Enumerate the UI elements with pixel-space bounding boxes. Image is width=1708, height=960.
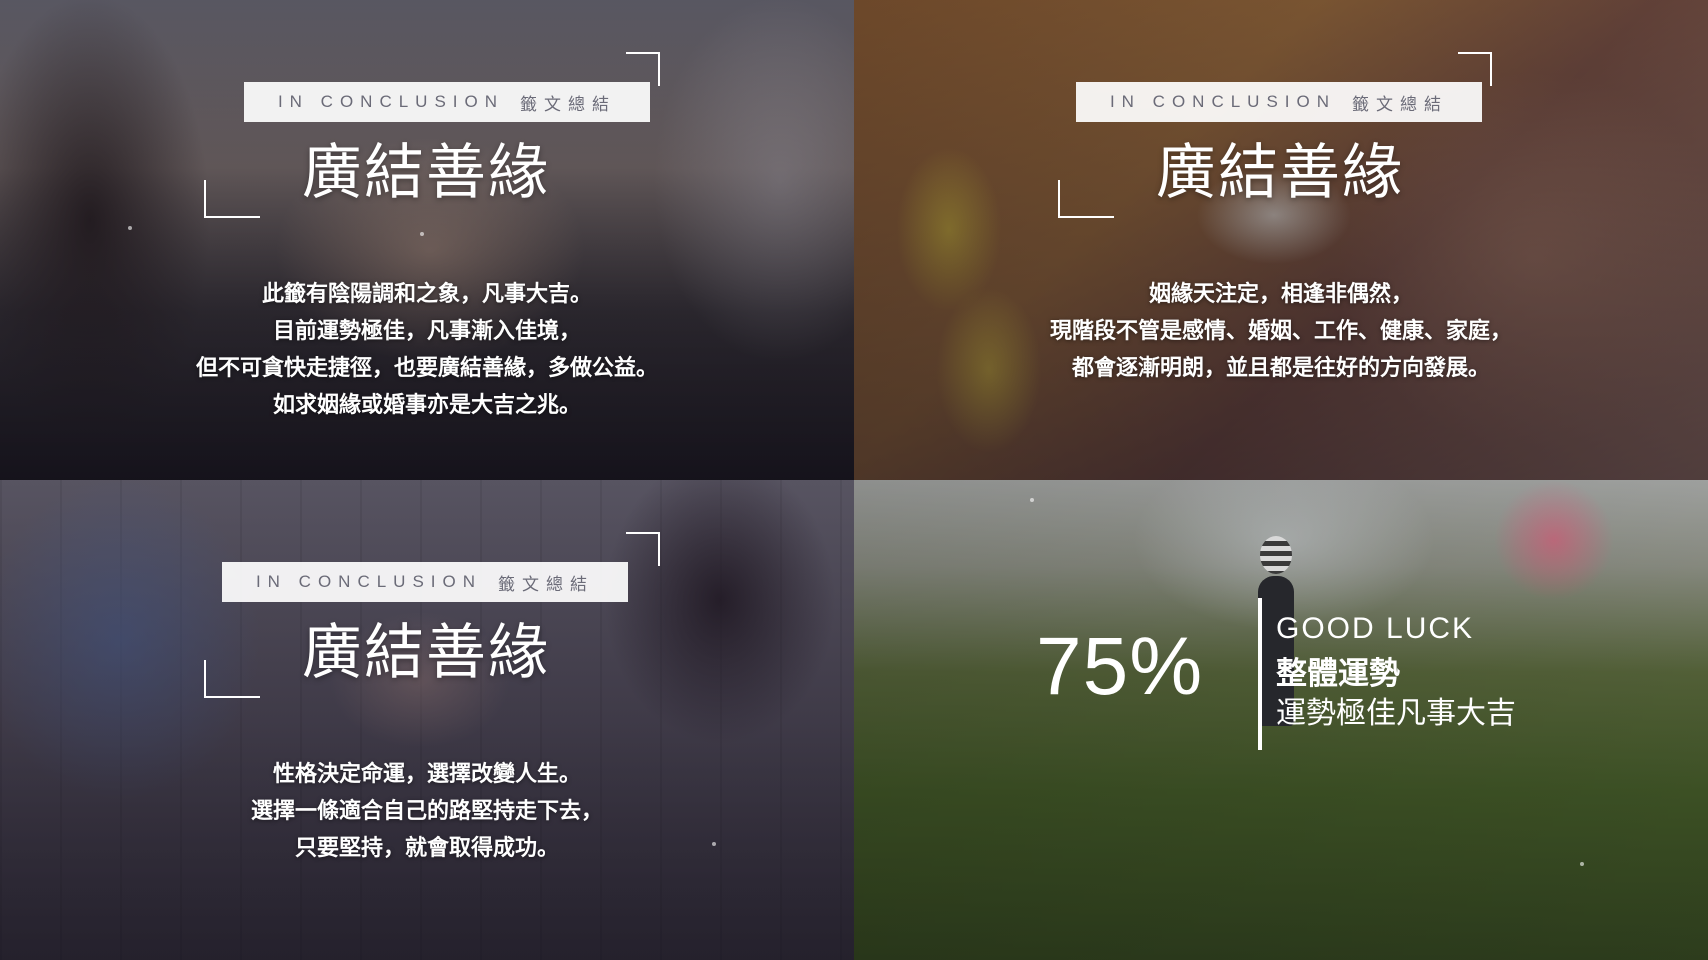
tag-chinese: 籤文總結 [1352,94,1449,114]
body-line: 只要堅持，就會取得成功。 [294,836,559,861]
panel-good-luck: 75% GOOD LUCK 整體運勢 運勢極佳凡事大吉 [854,480,1708,960]
fortune-percent: 75% [1036,621,1204,712]
hiker-hat [1260,536,1292,574]
slide-title: 廣結善緣 [302,618,550,688]
slide-body: 此籤有陰陽調和之象，凡事大吉。 目前運勢極佳，凡事漸入佳境， 但不可貪快走捷徑，… [0,276,854,424]
snow-particle [1580,862,1584,866]
slide-title: 廣結善緣 [302,138,550,208]
corner-bracket-bottom-left [204,660,260,698]
body-line: 現階段不管是感情、婚姻、工作、健康、家庭， [1049,319,1512,344]
tag-english: IN CONCLUSION [255,572,483,591]
fortune-subtitle: 運勢極佳凡事大吉 [1276,696,1516,731]
good-luck-label: GOOD LUCK [1276,612,1475,645]
body-line: 選擇一條適合自己的路堅持走下去， [250,799,603,824]
snow-particle [420,232,424,236]
corner-bracket-top-right [626,52,660,86]
body-line: 性格決定命運，選擇改變人生。 [272,762,581,787]
divider-line [1258,598,1262,750]
conclusion-tag: IN CONCLUSION 籤文總結 [1076,82,1482,122]
conclusion-tag: IN CONCLUSION 籤文總結 [244,82,650,122]
tag-chinese: 籤文總結 [520,94,617,114]
body-line: 都會逐漸明朗，並且都是往好的方向發展。 [1071,356,1490,381]
snow-particle [128,226,132,230]
body-line: 但不可貪快走捷徑，也要廣結善緣，多做公益。 [195,356,658,381]
tag-english: IN CONCLUSION [277,92,505,111]
corner-bracket-top-right [626,532,660,566]
conclusion-tag: IN CONCLUSION 籤文總結 [222,562,628,602]
corner-bracket-bottom-left [1058,180,1114,218]
body-line: 此籤有陰陽調和之象，凡事大吉。 [261,282,592,307]
overall-fortune-label: 整體運勢 [1276,656,1400,692]
slide-body: 性格決定命運，選擇改變人生。 選擇一條適合自己的路堅持走下去， 只要堅持，就會取… [0,756,854,867]
panel-conclusion-2: IN CONCLUSION 籤文總結 廣結善緣 姻緣天注定，相逢非偶然， 現階段… [854,0,1708,480]
corner-bracket-bottom-left [204,180,260,218]
panel-conclusion-3: IN CONCLUSION 籤文總結 廣結善緣 性格決定命運，選擇改變人生。 選… [0,480,854,960]
panel-conclusion-1: IN CONCLUSION 籤文總結 廣結善緣 此籤有陰陽調和之象，凡事大吉。 … [0,0,854,480]
body-line: 目前運勢極佳，凡事漸入佳境， [272,319,581,344]
slide-title: 廣結善緣 [1156,138,1404,208]
slide-grid: IN CONCLUSION 籤文總結 廣結善緣 此籤有陰陽調和之象，凡事大吉。 … [0,0,1708,960]
body-line: 姻緣天注定，相逢非偶然， [1148,282,1413,307]
snow-particle [1030,498,1034,502]
snow-particle [712,842,716,846]
slide-body: 姻緣天注定，相逢非偶然， 現階段不管是感情、婚姻、工作、健康、家庭， 都會逐漸明… [854,276,1708,387]
body-line: 如求姻緣或婚事亦是大吉之兆。 [272,393,581,418]
tag-chinese: 籤文總結 [498,574,595,594]
corner-bracket-top-right [1458,52,1492,86]
tag-english: IN CONCLUSION [1109,92,1337,111]
